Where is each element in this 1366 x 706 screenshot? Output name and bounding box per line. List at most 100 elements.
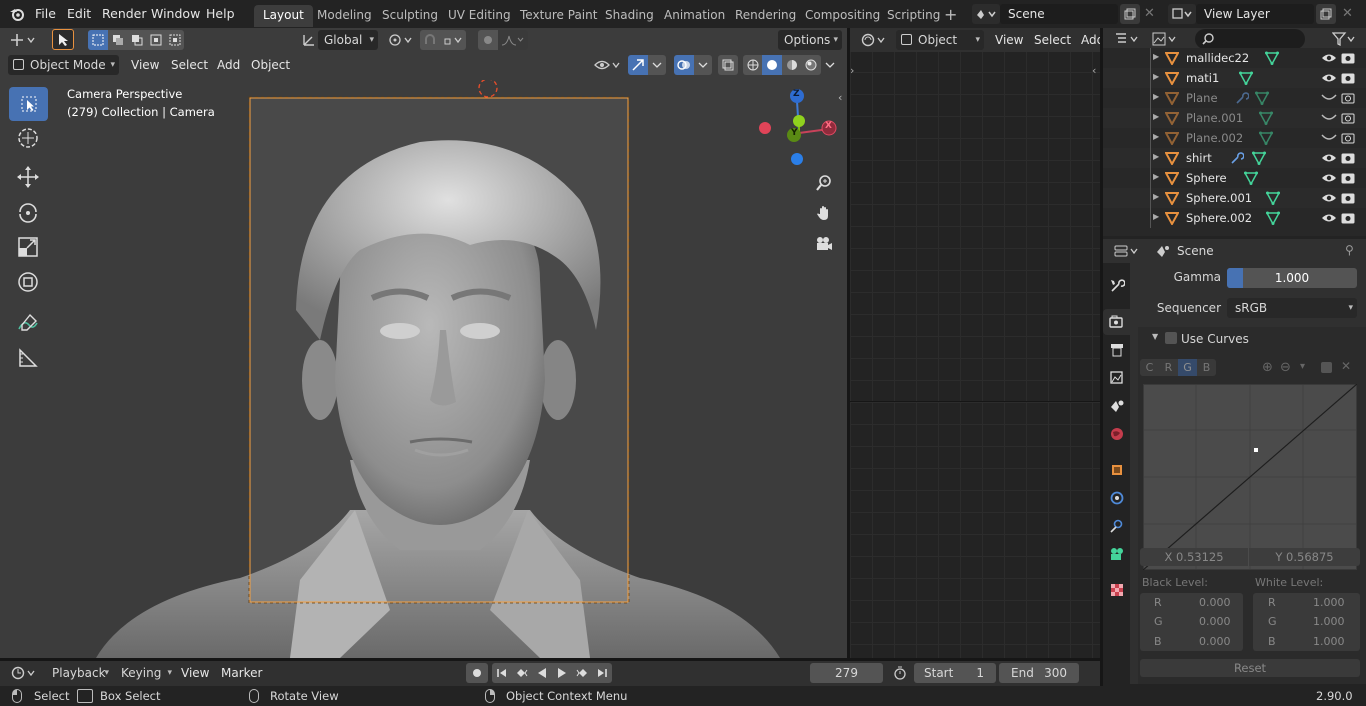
expand-arrow-icon[interactable]: ▶ bbox=[1153, 152, 1159, 161]
shading-buttons[interactable] bbox=[743, 55, 821, 75]
active-tool-icon[interactable] bbox=[52, 29, 74, 50]
timeline-menu-marker[interactable]: Marker bbox=[221, 663, 262, 683]
camera-render-icon[interactable] bbox=[1341, 151, 1355, 165]
tool-annotate-icon[interactable] bbox=[9, 306, 47, 340]
curve-clipping-icon[interactable] bbox=[1321, 362, 1332, 373]
channel-buttons[interactable]: C R G B bbox=[1140, 359, 1216, 377]
gizmo-toggle-icon[interactable] bbox=[628, 55, 648, 75]
eye-icon[interactable] bbox=[1321, 152, 1337, 164]
gizmo-dropdown-icon[interactable] bbox=[648, 55, 666, 75]
node-menu-add[interactable]: Add bbox=[1081, 30, 1100, 50]
sequencer-dropdown[interactable]: sRGB ▾ bbox=[1227, 298, 1357, 318]
menu-file[interactable]: File bbox=[35, 0, 56, 28]
outliner-search-input[interactable] bbox=[1195, 29, 1305, 49]
preview-range-icon[interactable] bbox=[890, 663, 910, 683]
eye-icon[interactable] bbox=[1321, 212, 1337, 224]
transform-tool-dropdown-icon[interactable] bbox=[8, 30, 40, 50]
snap-target-icon[interactable] bbox=[440, 30, 466, 50]
properties-editor[interactable]: Scene ⚲ Gamma 1.000 Sequencer sRGB ▾ ▼ U… bbox=[1103, 239, 1366, 684]
tool-move-icon[interactable] bbox=[9, 160, 47, 194]
jump-start-icon[interactable] bbox=[492, 663, 512, 683]
filter-icon[interactable] bbox=[1329, 29, 1359, 49]
zoom-icon[interactable] bbox=[813, 172, 835, 194]
outliner-row[interactable]: ▶ shirt bbox=[1103, 148, 1366, 168]
viewport-menu-object[interactable]: Object bbox=[251, 55, 290, 75]
tool-select-box-icon[interactable] bbox=[9, 87, 48, 121]
tab-object-icon[interactable] bbox=[1106, 459, 1128, 481]
camera-disabled-icon[interactable] bbox=[1341, 131, 1355, 145]
expand-arrow-icon[interactable]: ▶ bbox=[1153, 112, 1159, 121]
tab-world-icon[interactable] bbox=[1106, 423, 1128, 445]
playback-menu[interactable]: Playback ▾ bbox=[46, 663, 112, 683]
tool-measure-icon[interactable] bbox=[9, 341, 47, 375]
viewport-menu-select[interactable]: Select bbox=[171, 55, 208, 75]
menu-edit[interactable]: Edit bbox=[67, 0, 91, 28]
shader-type-dropdown[interactable]: Object ▾ bbox=[896, 30, 984, 50]
navigation-gizmo[interactable]: Z Y X bbox=[756, 88, 838, 170]
curve-graph[interactable] bbox=[1142, 383, 1358, 571]
new-view-layer-icon[interactable] bbox=[1316, 4, 1336, 24]
delete-view-layer-icon[interactable]: ✕ bbox=[1342, 4, 1356, 24]
orientation-dropdown[interactable]: Global ▾ bbox=[318, 30, 378, 50]
rendered-shading-icon[interactable] bbox=[801, 55, 821, 75]
expand-arrow-icon[interactable]: ▶ bbox=[1153, 72, 1159, 81]
channel-b-button[interactable]: B bbox=[1197, 359, 1216, 376]
tab-scene-icon[interactable] bbox=[1106, 395, 1128, 417]
viewport-area[interactable]: Global ▾ Options ▾ Object Mode ▾ View Selec… bbox=[0, 28, 847, 658]
channel-g-button[interactable]: G bbox=[1178, 359, 1197, 376]
outliner[interactable]: ▶ mallidec22 ▶ mati1 ▶ Plane ▶ Plane.001 ▶ Plane.… bbox=[1103, 28, 1366, 236]
curve-point-x-field[interactable]: X 0.53125 bbox=[1140, 548, 1248, 566]
end-frame-field[interactable]: End 300 bbox=[999, 663, 1079, 683]
camera-render-icon[interactable] bbox=[1341, 171, 1355, 185]
zoom-in-icon[interactable]: ⊕ bbox=[1262, 360, 1273, 375]
camera-disabled-icon[interactable] bbox=[1341, 111, 1355, 125]
outliner-row[interactable]: ▶ Sphere.002 bbox=[1103, 208, 1366, 228]
select-intersect-icon[interactable] bbox=[165, 30, 184, 50]
snap-icon[interactable] bbox=[420, 30, 440, 50]
viewport-menu-view[interactable]: View bbox=[131, 55, 159, 75]
select-mode-buttons[interactable] bbox=[88, 30, 184, 50]
eye-icon[interactable] bbox=[1321, 52, 1337, 64]
add-workspace-icon[interactable]: + bbox=[944, 5, 960, 25]
tab-animation[interactable]: Animation bbox=[655, 5, 734, 27]
area-divider[interactable] bbox=[0, 658, 1100, 661]
outliner-row[interactable]: ▶ Sphere bbox=[1103, 168, 1366, 188]
channel-r-button[interactable]: R bbox=[1159, 359, 1178, 376]
scene-name-field[interactable]: Scene bbox=[1000, 4, 1118, 24]
wireframe-shading-icon[interactable] bbox=[743, 55, 762, 75]
jump-keyframe-forward-icon[interactable] bbox=[572, 663, 592, 683]
select-extend-icon[interactable] bbox=[108, 30, 127, 50]
solid-shading-icon[interactable] bbox=[762, 55, 782, 75]
expand-arrow-icon[interactable]: ▶ bbox=[1153, 92, 1159, 101]
jump-keyframe-back-icon[interactable] bbox=[512, 663, 532, 683]
node-menu-select[interactable]: Select bbox=[1034, 30, 1071, 50]
tab-render-icon[interactable] bbox=[1103, 309, 1130, 335]
tab-layout[interactable]: Layout bbox=[254, 5, 313, 27]
node-sidebar-right-toggle-icon[interactable]: ‹ bbox=[1092, 64, 1096, 77]
outliner-editor-type-icon[interactable] bbox=[1111, 29, 1143, 49]
outliner-row[interactable]: ▶ mati1 bbox=[1103, 68, 1366, 88]
viewport-menu-add[interactable]: Add bbox=[217, 55, 240, 75]
use-curves-checkbox[interactable] bbox=[1165, 332, 1177, 344]
keying-menu[interactable]: Keying ▾ bbox=[115, 663, 175, 683]
panel-collapse-icon[interactable]: ▼ bbox=[1152, 332, 1158, 341]
tab-sculpting[interactable]: Sculpting bbox=[373, 5, 447, 27]
overlays-toggle-icon[interactable] bbox=[674, 55, 694, 75]
visibility-selector-icon[interactable] bbox=[592, 55, 624, 75]
tab-modeling[interactable]: Modeling bbox=[308, 5, 381, 27]
curve-reset-icon[interactable]: ✕ bbox=[1341, 359, 1351, 373]
eye-icon[interactable] bbox=[1321, 192, 1337, 204]
pin-icon[interactable]: ⚲ bbox=[1345, 243, 1354, 257]
reset-button[interactable]: Reset bbox=[1140, 659, 1360, 677]
outliner-row[interactable]: ▶ Plane bbox=[1103, 88, 1366, 108]
expand-arrow-icon[interactable]: ▶ bbox=[1153, 172, 1159, 181]
tab-shading[interactable]: Shading bbox=[596, 5, 663, 27]
tool-transform-icon[interactable] bbox=[9, 265, 47, 299]
delete-scene-icon[interactable]: ✕ bbox=[1144, 4, 1158, 24]
camera-render-icon[interactable] bbox=[1341, 71, 1355, 85]
tab-object-data-icon[interactable] bbox=[1106, 543, 1128, 565]
outliner-row[interactable]: ▶ Sphere.001 bbox=[1103, 188, 1366, 208]
display-mode-icon[interactable] bbox=[1149, 29, 1181, 49]
node-editor[interactable]: Object ▾ View Select Add › ‹ bbox=[850, 28, 1100, 658]
camera-render-icon[interactable] bbox=[1341, 211, 1355, 225]
